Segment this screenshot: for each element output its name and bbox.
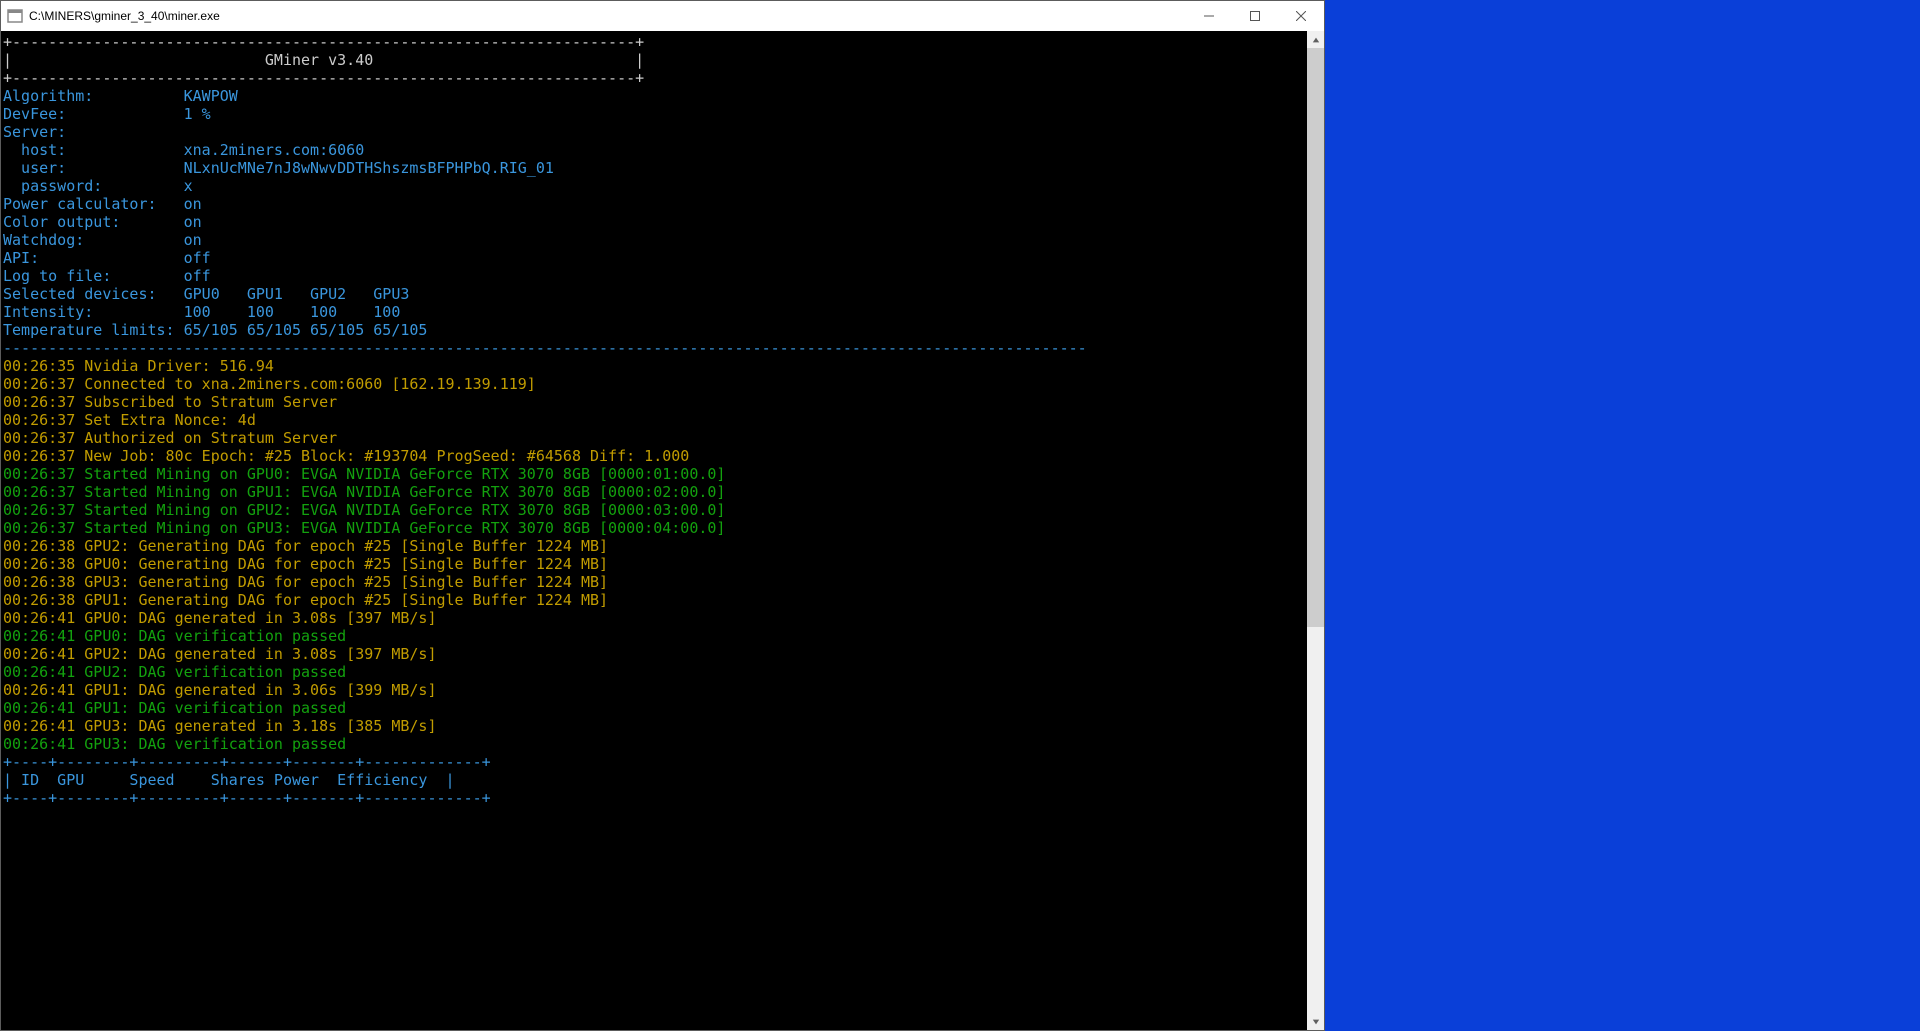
console-line: 00:26:38 GPU3: Generating DAG for epoch …	[3, 573, 608, 591]
vertical-scrollbar[interactable]	[1307, 31, 1324, 1030]
console-line: user: NLxnUcMNe7nJ8wNwvDDTHShszmsBFPHPbQ…	[3, 159, 554, 177]
console-line: Power calculator: on	[3, 195, 202, 213]
console-line: Server:	[3, 123, 66, 141]
scrollbar-thumb[interactable]	[1307, 48, 1324, 627]
console-line: 00:26:41 GPU3: DAG verification passed	[3, 735, 346, 753]
console-line: Temperature limits: 65/105 65/105 65/105…	[3, 321, 427, 339]
console-line: 00:26:41 GPU0: DAG verification passed	[3, 627, 346, 645]
console-line: 00:26:41 GPU1: DAG verification passed	[3, 699, 346, 717]
console-line: 00:26:38 GPU1: Generating DAG for epoch …	[3, 591, 608, 609]
console-line: host: xna.2miners.com:6060	[3, 141, 364, 159]
console-line: 00:26:41 GPU0: DAG generated in 3.08s [3…	[3, 609, 436, 627]
console-line: Log to file: off	[3, 267, 211, 285]
console-line: +---------------------------------------…	[3, 69, 644, 87]
console-line: 00:26:41 GPU2: DAG generated in 3.08s [3…	[3, 645, 436, 663]
console-line: 00:26:37 Authorized on Stratum Server	[3, 429, 337, 447]
scrollbar-down-arrow-icon[interactable]	[1307, 1013, 1324, 1030]
console-line: 00:26:38 GPU0: Generating DAG for epoch …	[3, 555, 608, 573]
console-line: 00:26:41 GPU3: DAG generated in 3.18s [3…	[3, 717, 436, 735]
console-line: | ID GPU Speed Shares Power Efficiency |	[3, 771, 455, 789]
console-line: 00:26:37 New Job: 80c Epoch: #25 Block: …	[3, 447, 689, 465]
console-area: +---------------------------------------…	[1, 31, 1324, 1030]
console-line: 00:26:41 GPU1: DAG generated in 3.06s [3…	[3, 681, 436, 699]
console-line: 00:26:41 GPU2: DAG verification passed	[3, 663, 346, 681]
console-line: 00:26:37 Started Mining on GPU1: EVGA NV…	[3, 483, 725, 501]
console-line: Algorithm: KAWPOW	[3, 87, 238, 105]
console-line: | GMiner v3.40 |	[3, 51, 644, 69]
console-line: password: x	[3, 177, 193, 195]
console-line: 00:26:37 Started Mining on GPU2: EVGA NV…	[3, 501, 725, 519]
scrollbar-up-arrow-icon[interactable]	[1307, 31, 1324, 48]
titlebar[interactable]: C:\MINERS\gminer_3_40\miner.exe	[1, 1, 1324, 31]
console-line: +----+--------+---------+------+-------+…	[3, 789, 491, 807]
console-line: ----------------------------------------…	[3, 339, 1087, 357]
console-line: +---------------------------------------…	[3, 33, 644, 51]
app-icon	[7, 8, 23, 24]
console-line: +----+--------+---------+------+-------+…	[3, 753, 491, 771]
console-window: C:\MINERS\gminer_3_40\miner.exe +-------…	[0, 0, 1325, 1031]
console-line: Color output: on	[3, 213, 202, 231]
console-line: 00:26:37 Started Mining on GPU0: EVGA NV…	[3, 465, 725, 483]
console-line: Selected devices: GPU0 GPU1 GPU2 GPU3	[3, 285, 409, 303]
console-line: 00:26:37 Set Extra Nonce: 4d	[3, 411, 256, 429]
window-title: C:\MINERS\gminer_3_40\miner.exe	[29, 9, 220, 23]
maximize-button[interactable]	[1232, 1, 1278, 31]
console-line: 00:26:37 Subscribed to Stratum Server	[3, 393, 337, 411]
console-line: 00:26:37 Connected to xna.2miners.com:60…	[3, 375, 536, 393]
console-line: API: off	[3, 249, 211, 267]
console-line: DevFee: 1 %	[3, 105, 211, 123]
console-line: 00:26:37 Started Mining on GPU3: EVGA NV…	[3, 519, 725, 537]
minimize-button[interactable]	[1186, 1, 1232, 31]
console-output[interactable]: +---------------------------------------…	[1, 31, 1307, 1030]
window-controls	[1186, 1, 1324, 31]
scrollbar-track[interactable]	[1307, 48, 1324, 1013]
console-line: Watchdog: on	[3, 231, 202, 249]
console-line: Intensity: 100 100 100 100	[3, 303, 400, 321]
close-button[interactable]	[1278, 1, 1324, 31]
console-line: 00:26:38 GPU2: Generating DAG for epoch …	[3, 537, 608, 555]
console-line: 00:26:35 Nvidia Driver: 516.94	[3, 357, 274, 375]
